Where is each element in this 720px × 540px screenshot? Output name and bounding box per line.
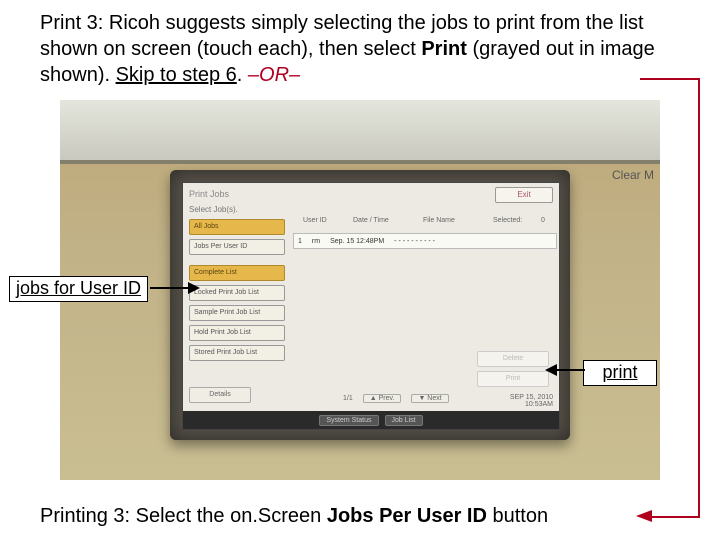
job-user: rm — [312, 238, 320, 245]
job-datetime: Sep. 15 12:48PM — [330, 238, 384, 245]
caption-bottom-bold: Jobs Per User ID — [327, 505, 487, 527]
job-filename: - - - - - - - - - - — [394, 238, 435, 245]
touchscreen-frame: Print Jobs Exit Select Job(s). User ID D… — [170, 170, 570, 440]
print-button[interactable]: Print — [477, 371, 549, 387]
callout-jobs-for-user-id: jobs for User ID — [9, 276, 148, 302]
exit-button[interactable]: Exit — [495, 187, 553, 203]
job-icon: 1 — [298, 238, 302, 245]
timestamp: SEP 15, 2010 10:53AM — [510, 394, 553, 409]
job-list-button[interactable]: Job List — [385, 415, 423, 426]
caption-top: Print 3: Ricoh suggests simply selecting… — [40, 10, 680, 88]
arrow-icon-connector — [636, 508, 652, 524]
timestamp-time: 10:53AM — [510, 401, 553, 409]
locked-print-button[interactable]: Locked Print Job List — [189, 285, 285, 301]
col-file-name: File Name — [423, 217, 455, 224]
screen-title: Print Jobs — [189, 189, 229, 199]
connector-line — [698, 78, 700, 518]
col-selected-count: 0 — [541, 217, 545, 224]
timestamp-date: SEP 15, 2010 — [510, 394, 553, 402]
caption-or: –OR– — [248, 64, 300, 86]
next-button[interactable]: ▼ Next — [411, 394, 448, 403]
caption-print-word: Print — [421, 38, 467, 60]
printer-lid — [60, 100, 660, 164]
col-user-id: User ID — [303, 217, 327, 224]
arrow-icon-print — [545, 360, 585, 380]
prev-button[interactable]: ▲ Prev. — [363, 394, 402, 403]
col-date-time: Date / Time — [353, 217, 389, 224]
details-button[interactable]: Details — [189, 387, 251, 403]
pager: 1/1 ▲ Prev. ▼ Next — [343, 394, 449, 403]
callout-print: print — [583, 360, 657, 386]
all-jobs-button[interactable]: All Jobs — [189, 219, 285, 235]
connector-line — [648, 516, 700, 518]
right-button-col: Delete Print — [477, 351, 549, 387]
caption-bottom-prefix: Printing 3: Select the on.Screen — [40, 505, 327, 527]
clear-modes-label: Clear M — [612, 168, 654, 182]
callout-print-text: print — [602, 362, 637, 382]
page-indicator: 1/1 — [343, 395, 353, 402]
hold-print-button[interactable]: Hold Print Job List — [189, 325, 285, 341]
caption-skip: Skip to step 6 — [116, 64, 237, 86]
col-selected: Selected: — [493, 217, 522, 224]
arrow-icon-jobs — [150, 278, 200, 298]
caption-bottom-suffix: button — [487, 505, 548, 527]
touchscreen[interactable]: Print Jobs Exit Select Job(s). User ID D… — [182, 182, 560, 430]
callout-jobs-text: jobs for User ID — [16, 278, 141, 298]
caption-period: . — [237, 64, 248, 86]
system-status-button[interactable]: System Status — [319, 415, 378, 426]
connector-line — [640, 78, 700, 80]
complete-list-button[interactable]: Complete List — [189, 265, 285, 281]
jobs-per-user-id-button[interactable]: Jobs Per User ID — [189, 239, 285, 255]
caption-bottom: Printing 3: Select the on.Screen Jobs Pe… — [40, 505, 680, 528]
stored-print-button[interactable]: Stored Print Job List — [189, 345, 285, 361]
delete-button[interactable]: Delete — [477, 351, 549, 367]
bottom-bar: System Status Job List — [183, 411, 559, 429]
screen-subtitle: Select Job(s). — [189, 205, 238, 214]
job-list-row[interactable]: 1 rm Sep. 15 12:48PM - - - - - - - - - - — [293, 233, 557, 249]
sample-print-button[interactable]: Sample Print Job List — [189, 305, 285, 321]
left-tab-col: All Jobs Jobs Per User ID Complete List … — [189, 219, 285, 365]
